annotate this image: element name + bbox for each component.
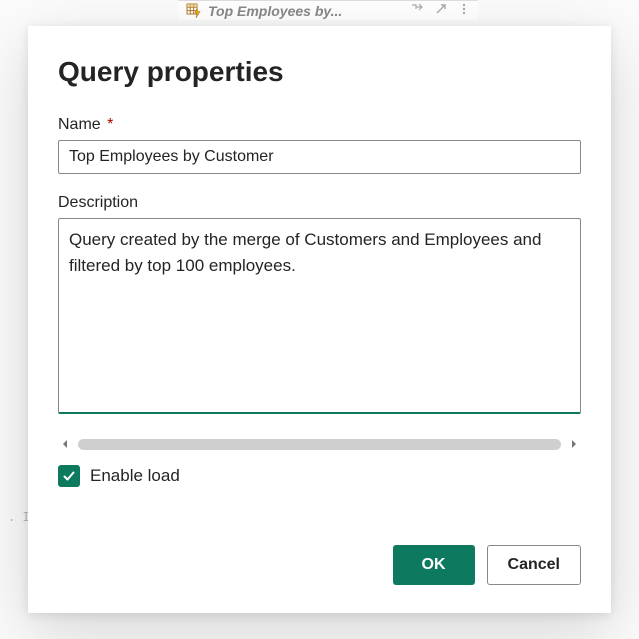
ok-button[interactable]: OK [393, 545, 475, 585]
background-tab: Top Employees by... [178, 0, 478, 20]
table-lightning-icon [186, 3, 202, 19]
dialog-button-row: OK Cancel [58, 545, 581, 585]
scroll-left-icon[interactable] [58, 437, 72, 451]
enable-load-label[interactable]: Enable load [90, 466, 180, 486]
name-label: Name * [58, 116, 581, 134]
name-input[interactable] [58, 140, 581, 174]
enable-load-row[interactable]: Enable load [58, 465, 581, 487]
more-icon [458, 2, 470, 19]
scroll-track[interactable] [78, 439, 561, 450]
query-properties-dialog: Query properties Name * Description Enab… [28, 26, 611, 613]
enable-load-checkbox[interactable] [58, 465, 80, 487]
expand-icon [434, 2, 448, 19]
horizontal-scrollbar[interactable] [58, 437, 581, 451]
name-label-text: Name [58, 116, 101, 133]
cancel-button[interactable]: Cancel [487, 545, 581, 585]
description-textarea[interactable] [58, 218, 581, 414]
background-text: . I [8, 510, 30, 524]
branch-icon [410, 2, 424, 19]
background-tab-title: Top Employees by... [208, 3, 342, 19]
required-asterisk: * [107, 116, 113, 133]
description-label: Description [58, 194, 581, 212]
background-tab-actions [410, 2, 478, 19]
scroll-right-icon[interactable] [567, 437, 581, 451]
dialog-title: Query properties [58, 56, 581, 88]
